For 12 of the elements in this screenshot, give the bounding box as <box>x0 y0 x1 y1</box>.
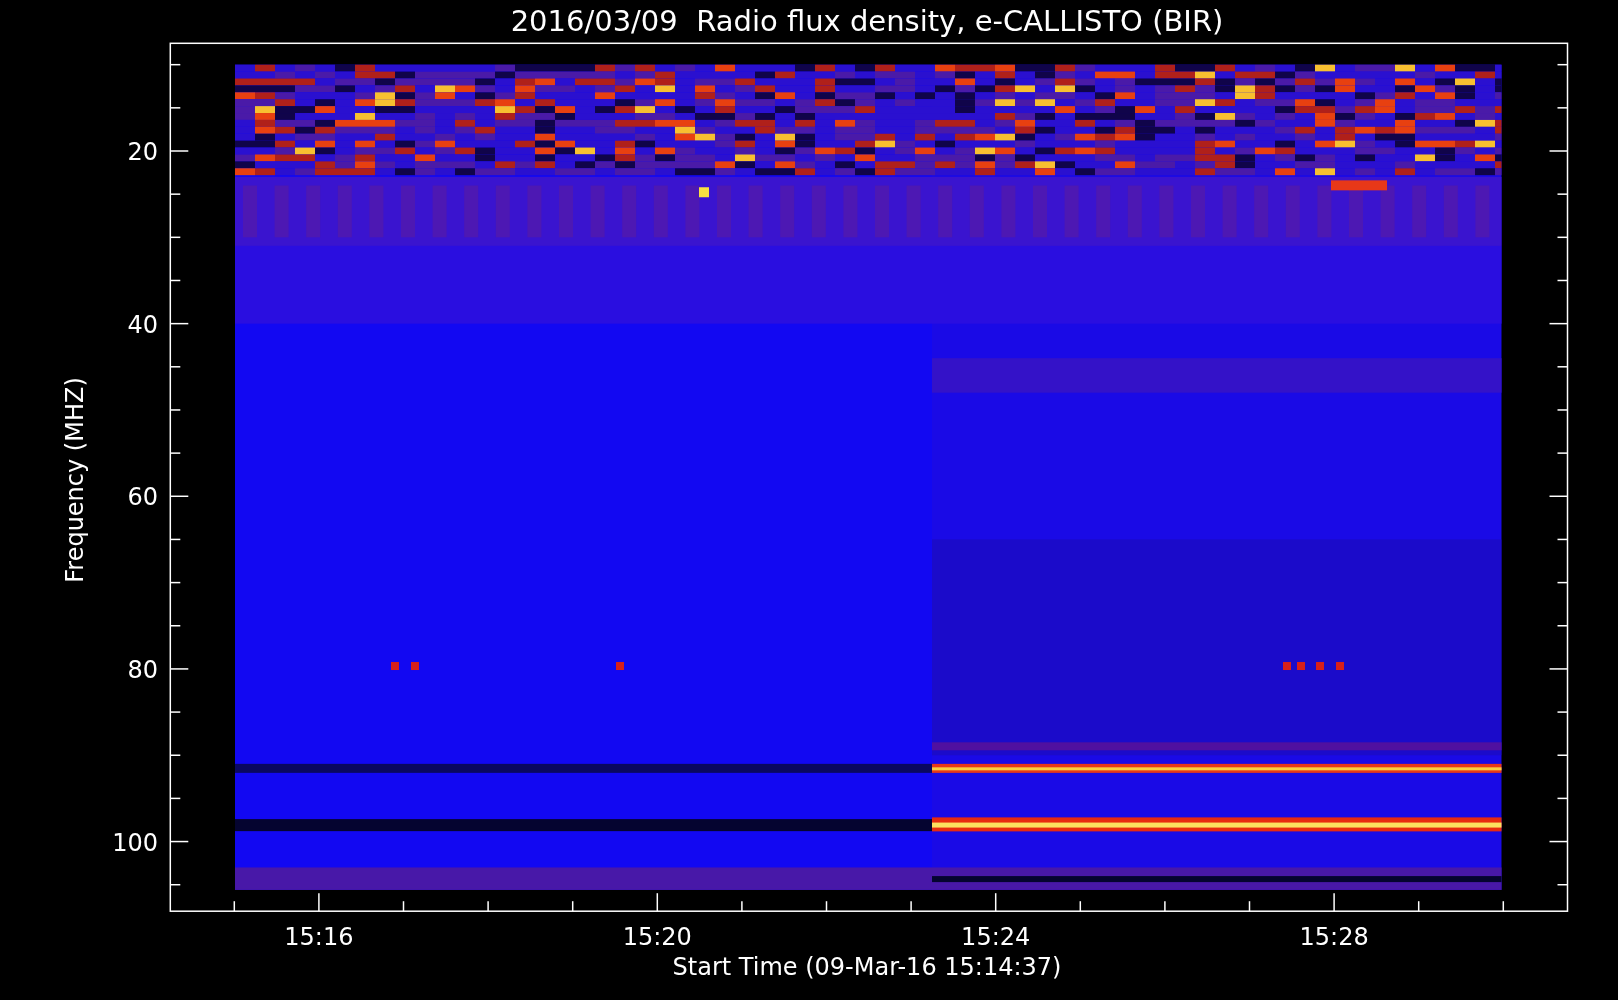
tick-label: 40 <box>127 310 158 339</box>
axis-title: Frequency (MHZ) <box>61 377 89 583</box>
plot-title: 2016/03/09 Radio flux density, e-CALLISTO (BIR) <box>510 4 1224 38</box>
tick-label: 15:16 <box>284 923 354 951</box>
tick-label: 100 <box>112 828 158 857</box>
tick-label: 20 <box>127 138 158 166</box>
tick-label: 15:20 <box>622 923 692 951</box>
axis-title: Start Time (09-Mar-16 15:14:37) <box>672 953 1062 981</box>
tick-label: 15:28 <box>1299 923 1369 951</box>
tick-label: 80 <box>127 655 158 684</box>
tick-label: 60 <box>127 483 158 512</box>
tick-label: 15:24 <box>961 923 1031 951</box>
